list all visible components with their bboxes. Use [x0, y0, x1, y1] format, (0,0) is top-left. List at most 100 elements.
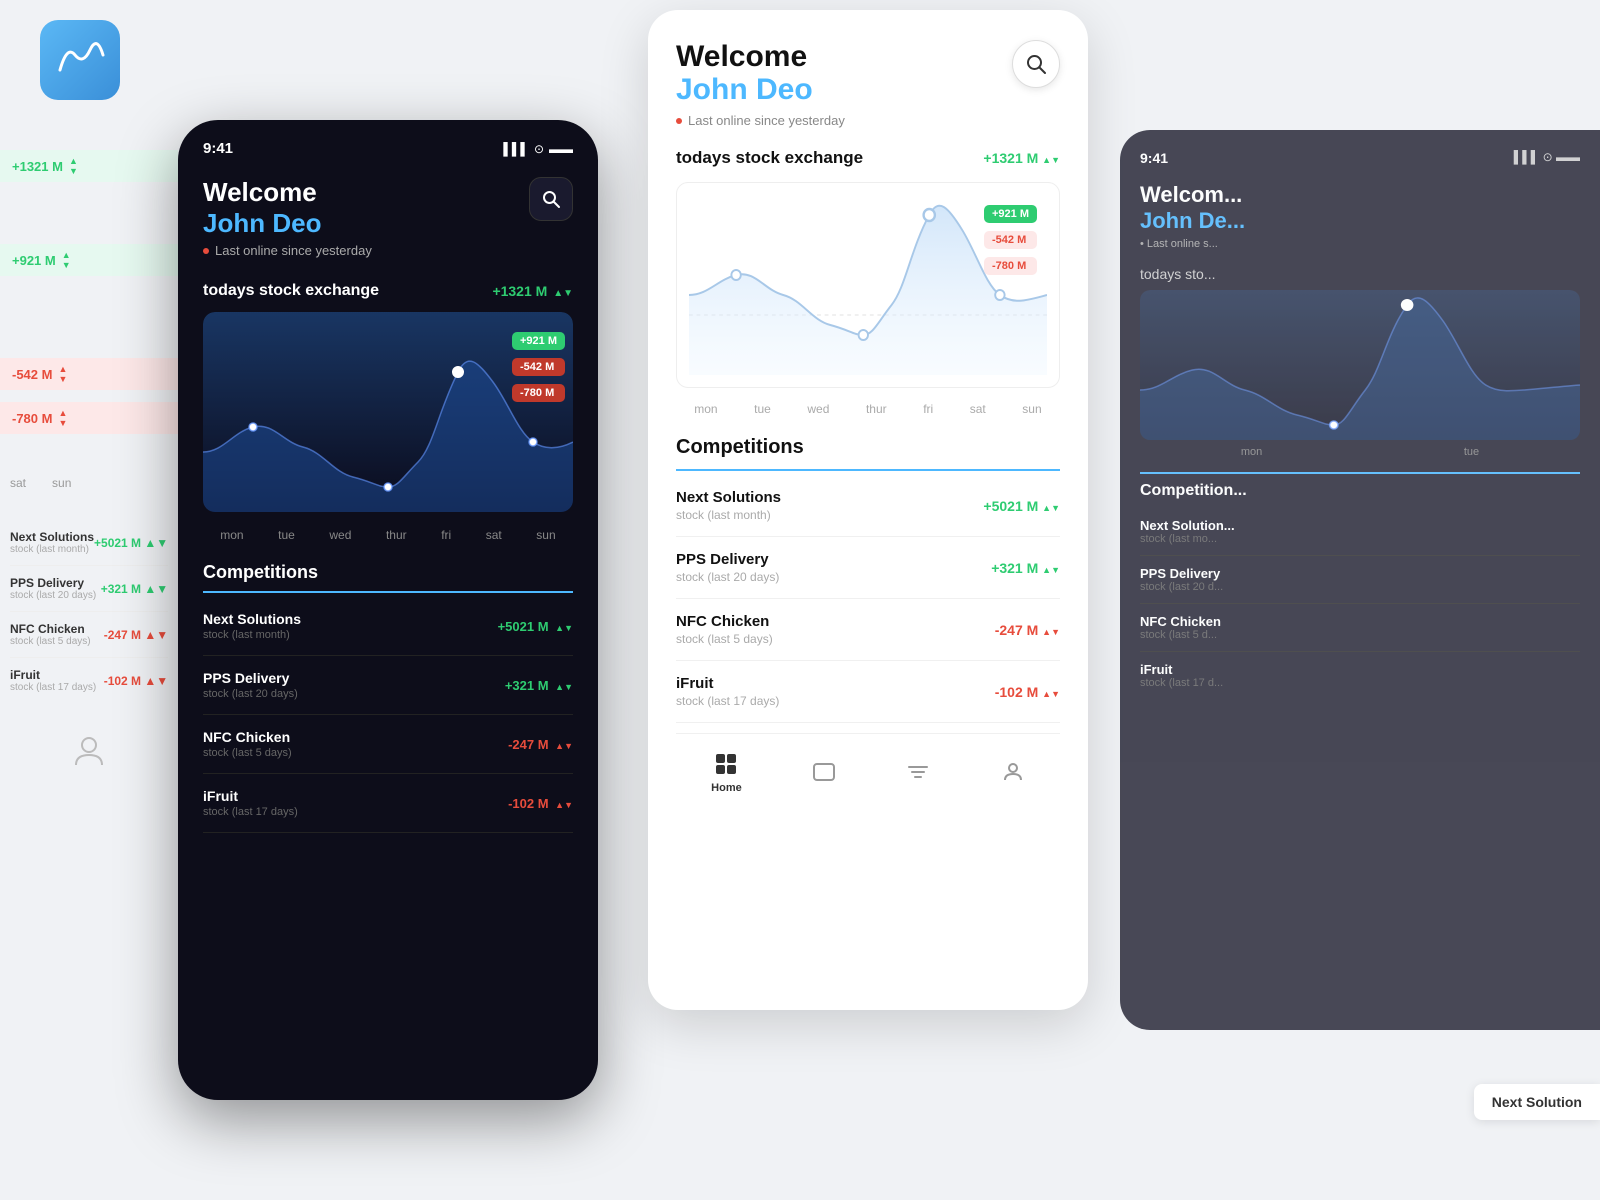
right-comp-title: Competition... [1140, 482, 1580, 500]
dark-phone-panel: 9:41 ▌▌▌ ⊙ ▬▬ Welcome John Deo Last onli… [178, 120, 598, 1100]
nav-card[interactable] [812, 760, 836, 784]
avatar-icon [71, 733, 107, 769]
comp-val-dark-1: +321 M ▲▼ [505, 678, 573, 693]
comp-sub-white-1: stock (last 20 days) [676, 570, 779, 584]
bottom-nav: Home [676, 733, 1060, 804]
left-comp-2-sub: stock (last 20 days) [10, 590, 96, 601]
right-status-bar: 9:41 ▌▌▌ ⊙ ▬▬ [1140, 150, 1580, 166]
comp-title-dark: Competitions [203, 562, 573, 593]
cbadge-921-white: +921 M [984, 205, 1037, 223]
right-comp-1-sub: stock (last mo... [1140, 533, 1580, 545]
left-comp-4-sub: stock (last 17 days) [10, 682, 96, 693]
comp-item-dark-1[interactable]: PPS Delivery stock (last 20 days) +321 M… [203, 656, 573, 715]
left-comp-1-val: +5021 M ▲▼ [94, 536, 168, 550]
comp-item-dark-3[interactable]: iFruit stock (last 17 days) -102 M ▲▼ [203, 774, 573, 833]
comp-sub-white-3: stock (last 17 days) [676, 694, 779, 708]
online-dot-white [676, 118, 682, 124]
comp-name-dark-1: PPS Delivery [203, 670, 298, 686]
comp-item-white-0[interactable]: Next Solutions stock (last month) +5021 … [676, 475, 1060, 537]
badge-780: -780 M ▲▼ [0, 402, 178, 434]
stock-title-dark: todays stock exchange [203, 282, 379, 300]
home-icon [712, 750, 740, 778]
badge-542: -542 M ▲▼ [0, 358, 178, 390]
right-comp-2-sub: stock (last 20 d... [1140, 581, 1580, 593]
right-partial-panel: 9:41 ▌▌▌ ⊙ ▬▬ Welcom... John De... • Las… [1120, 130, 1600, 1030]
stock-title-white: todays stock exchange [676, 148, 863, 168]
comp-item-dark-0[interactable]: Next Solutions stock (last month) +5021 … [203, 597, 573, 656]
day-fri: fri [441, 528, 451, 542]
right-competitions-header: Competition... Next Solution... stock (l… [1140, 472, 1580, 699]
right-comp-3: NFC Chicken [1140, 614, 1580, 629]
comp-sub-white-2: stock (last 5 days) [676, 632, 773, 646]
profile-icon [1001, 760, 1025, 784]
cbadge-780-white: -780 M [984, 257, 1037, 275]
badge-921-dark: +921 M [512, 332, 565, 350]
chart-white-container: +921 M -542 M -780 M [676, 182, 1060, 388]
comp-item-white-3[interactable]: iFruit stock (last 17 days) -102 M ▲▼ [676, 661, 1060, 723]
comp-sub-dark-2: stock (last 5 days) [203, 747, 292, 759]
comp-item-dark-2[interactable]: NFC Chicken stock (last 5 days) -247 M ▲… [203, 715, 573, 774]
comp-name-dark-2: NFC Chicken [203, 729, 292, 745]
online-text-white: Last online since yesterday [688, 113, 845, 128]
nav-home-label: Home [711, 782, 742, 794]
comp-val-dark-0: +5021 M ▲▼ [498, 619, 573, 634]
right-day-tue: tue [1464, 446, 1479, 458]
search-button-dark[interactable] [529, 177, 573, 221]
day-labels-white: mon tue wed thur fri sat sun [676, 402, 1060, 416]
comp-sub-dark-3: stock (last 17 days) [203, 806, 298, 818]
chart-white: +921 M -542 M -780 M [689, 195, 1047, 375]
time-dark: 9:41 [203, 140, 233, 157]
left-comp-1-name: Next Solutions [10, 530, 94, 544]
search-button-white[interactable] [1012, 40, 1060, 88]
left-comp-3-sub: stock (last 5 days) [10, 636, 91, 647]
left-comp-4-name: iFruit [10, 668, 96, 682]
day-tue: tue [278, 528, 295, 542]
next-solution-text: Next Solution [1492, 1094, 1582, 1110]
filter-icon [906, 760, 930, 784]
comp-name-white-3: iFruit [676, 675, 779, 692]
left-comp-2-val: +321 M ▲▼ [101, 582, 168, 596]
greeting-dark: Welcome [203, 177, 372, 208]
comp-sub-white-0: stock (last month) [676, 508, 781, 522]
right-online: • Last online s... [1140, 238, 1580, 250]
day-sun: sun [536, 528, 555, 542]
comp-val-white-2: -247 M ▲▼ [995, 622, 1060, 638]
comp-val-white-0: +5021 M ▲▼ [983, 498, 1060, 514]
stock-section-dark: todays stock exchange +1321 M ▲▼ [203, 282, 573, 542]
comp-val-white-1: +321 M ▲▼ [991, 560, 1060, 576]
left-comp-3-name: NFC Chicken [10, 622, 91, 636]
right-welcome: Welcom... John De... • Last online s... [1140, 182, 1580, 250]
day-sat: sat [486, 528, 502, 542]
comp-name-dark-0: Next Solutions [203, 611, 301, 627]
left-badges-panel: +1321 M ▲▼ +921 M ▲▼ -542 M ▲▼ -780 M ▲▼… [0, 150, 178, 769]
right-time: 9:41 [1140, 150, 1168, 166]
status-icons-dark: ▌▌▌ ⊙ ▬▬ [503, 142, 573, 156]
greeting-white: Welcome [676, 40, 845, 73]
comp-sub-dark-1: stock (last 20 days) [203, 688, 298, 700]
app-icon[interactable] [40, 20, 120, 100]
nav-profile[interactable] [1001, 760, 1025, 784]
day-labels-dark: mon tue wed thur fri sat sun [203, 528, 573, 542]
day-wed: wed [329, 528, 351, 542]
badge-780-dark: -780 M [512, 384, 565, 402]
badge-921: +921 M ▲▼ [0, 244, 178, 276]
badge-542-dark: -542 M [512, 358, 565, 376]
comp-item-white-2[interactable]: NFC Chicken stock (last 5 days) -247 M ▲… [676, 599, 1060, 661]
comp-name-white-1: PPS Delivery [676, 551, 779, 568]
right-day-mon: mon [1241, 446, 1262, 458]
comp-item-white-1[interactable]: PPS Delivery stock (last 20 days) +321 M… [676, 537, 1060, 599]
left-comp-4-val: -102 M ▲▼ [104, 674, 168, 688]
comp-sub-dark-0: stock (last month) [203, 629, 301, 641]
status-bar-dark: 9:41 ▌▌▌ ⊙ ▬▬ [203, 140, 573, 157]
nav-home[interactable]: Home [711, 750, 742, 794]
right-comp-4-sub: stock (last 17 d... [1140, 677, 1580, 689]
welcome-section-dark: Welcome John Deo Last online since yeste… [203, 177, 573, 258]
chart-badges-white: +921 M -542 M -780 M [984, 205, 1037, 275]
comp-title-white: Competitions [676, 436, 1060, 471]
comp-name-white-0: Next Solutions [676, 489, 781, 506]
right-comp-3-sub: stock (last 5 d... [1140, 629, 1580, 641]
online-text-dark: Last online since yesterday [215, 243, 372, 258]
left-comp-1-sub: stock (last month) [10, 544, 94, 555]
nav-filter[interactable] [906, 760, 930, 784]
left-comp-3-val: -247 M ▲▼ [104, 628, 168, 642]
